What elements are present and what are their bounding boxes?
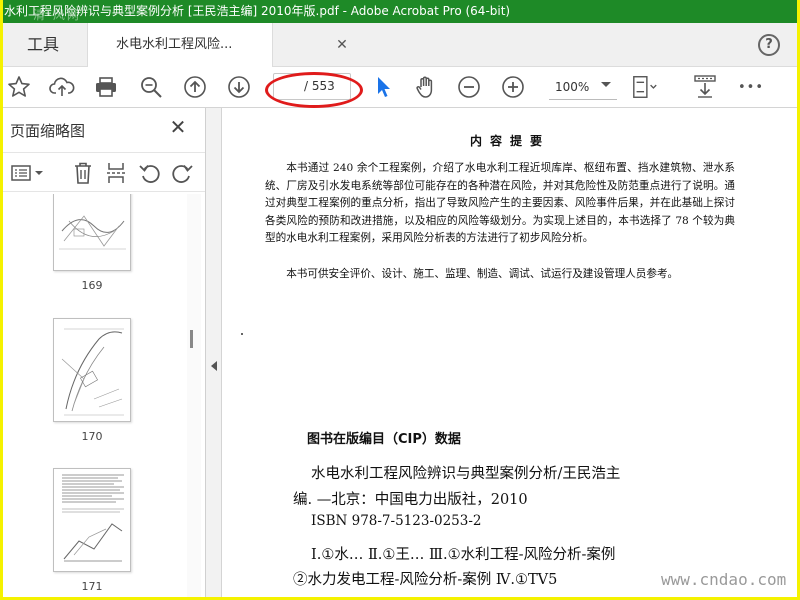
rotate-right-icon[interactable] bbox=[170, 161, 194, 185]
scroll-mode-icon[interactable] bbox=[691, 73, 719, 101]
thumbnail-page-number: 170 bbox=[81, 430, 103, 443]
thumbnail-scrollbar[interactable] bbox=[187, 194, 201, 597]
panel-toolbar bbox=[3, 152, 205, 192]
cip-line: ②水力发电工程-风险分析-案例 Ⅳ.①TV5 bbox=[293, 572, 558, 588]
zoom-out-icon[interactable] bbox=[455, 73, 483, 101]
zoom-level-select[interactable]: 100% bbox=[549, 76, 617, 100]
more-icon[interactable]: ••• bbox=[737, 73, 765, 101]
hand-tool-icon[interactable] bbox=[412, 73, 440, 101]
scrollbar-thumb[interactable] bbox=[190, 330, 193, 348]
thumbnail-options-icon[interactable] bbox=[9, 161, 47, 185]
thumbnail-page-number: 171 bbox=[81, 580, 103, 593]
select-cursor-icon[interactable] bbox=[369, 73, 397, 101]
thumbnail-page[interactable] bbox=[53, 468, 131, 572]
help-icon[interactable]: ? bbox=[758, 34, 780, 56]
app-window: 水利工程风险辨识与典型案例分析 [王民浩主编] 2010年版.pdf - Ado… bbox=[3, 0, 797, 597]
tab-document-label: 水电水利工程风险... bbox=[116, 37, 233, 52]
page-fit-icon[interactable] bbox=[631, 73, 659, 101]
tab-bar: 工具 水电水利工程风险... ✕ ? bbox=[3, 23, 797, 68]
printer-icon[interactable] bbox=[92, 73, 120, 101]
panel-splitter[interactable] bbox=[206, 108, 222, 597]
toolbar: / 553 100% ••• bbox=[3, 67, 797, 108]
star-icon[interactable] bbox=[5, 73, 33, 101]
thumbnail-list: 169 170 171 bbox=[3, 194, 205, 597]
panel-title: 页面缩略图 bbox=[10, 122, 86, 140]
thumbnail-page[interactable] bbox=[53, 194, 131, 271]
content-summary-paragraph: 本书通过 240 余个工程案例，介绍了水电水利工程近坝库岸、枢纽布置、挡水建筑物… bbox=[265, 162, 735, 244]
extract-pages-icon[interactable] bbox=[104, 161, 128, 185]
tab-tools[interactable]: 工具 bbox=[3, 23, 85, 67]
chevron-down-icon[interactable] bbox=[601, 82, 611, 87]
cip-line: 水电水利工程风险辨识与典型案例分析/王民浩主 bbox=[311, 466, 621, 482]
cip-line: 编. —北京：中国电力出版社，2010 bbox=[293, 492, 528, 508]
close-icon[interactable]: ✕ bbox=[167, 116, 189, 138]
page-up-icon[interactable] bbox=[181, 73, 209, 101]
content-summary-heading: 内容提要 bbox=[469, 134, 550, 148]
page-down-icon[interactable] bbox=[225, 73, 253, 101]
collapse-panel-icon[interactable] bbox=[211, 361, 217, 371]
red-annotation-ellipse bbox=[265, 72, 363, 108]
document-page: 内容提要 本书通过 240 余个工程案例，介绍了水电水利工程近坝库岸、枢纽布置、… bbox=[223, 108, 797, 597]
cip-title: 图书在版编目（CIP）数据 bbox=[307, 432, 461, 447]
thumbnails-panel: 页面缩略图 ✕ 169 170 171 bbox=[3, 108, 206, 597]
cip-line: Ⅰ.①水… Ⅱ.①王… Ⅲ.①水利工程-风险分析-案例 bbox=[311, 547, 616, 563]
window-title: 水利工程风险辨识与典型案例分析 [王民浩主编] 2010年版.pdf - Ado… bbox=[3, 0, 797, 23]
thumbnail-page-number: 169 bbox=[81, 279, 103, 292]
zoom-in-icon[interactable] bbox=[499, 73, 527, 101]
zoom-search-icon[interactable] bbox=[137, 73, 165, 101]
cloud-upload-icon[interactable] bbox=[48, 73, 76, 101]
thumbnail-page[interactable] bbox=[53, 318, 131, 422]
content-summary-paragraph: 本书可供安全评价、设计、施工、监理、制造、调试、试运行及建设管理人员参考。 bbox=[286, 268, 679, 280]
rotate-left-icon[interactable] bbox=[138, 161, 162, 185]
page-dot-artifact bbox=[241, 333, 243, 335]
cip-line: ISBN 978-7-5123-0253-2 bbox=[311, 513, 482, 529]
trash-icon[interactable] bbox=[71, 161, 95, 185]
watermark-bottom-right: www.cndao.com bbox=[661, 570, 787, 589]
tab-document[interactable]: 水电水利工程风险... ✕ bbox=[87, 23, 348, 68]
close-icon[interactable]: ✕ bbox=[335, 37, 349, 53]
watermark-top-left: 清·风网 bbox=[33, 8, 81, 22]
